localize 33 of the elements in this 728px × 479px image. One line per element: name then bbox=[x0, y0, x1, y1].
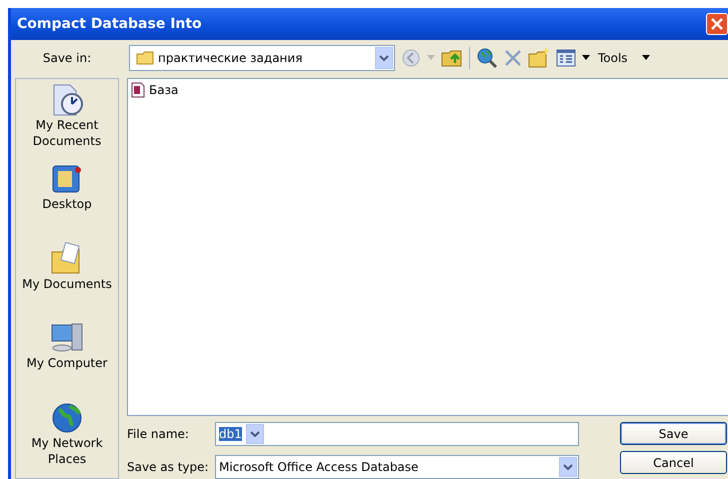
save-as-type-label: Save as type: bbox=[127, 460, 210, 474]
place-item[interactable]: My Recent Documents bbox=[16, 83, 118, 160]
save-in-label: Save in: bbox=[42, 51, 92, 65]
database-file-icon bbox=[131, 82, 145, 98]
file-name-label: File name: bbox=[127, 427, 190, 441]
place-label: My Documents bbox=[22, 276, 112, 292]
file-name-field[interactable]: db1 bbox=[215, 422, 579, 446]
globe-icon bbox=[50, 400, 84, 435]
close-button[interactable] bbox=[706, 13, 728, 35]
place-item[interactable]: Desktop bbox=[42, 162, 92, 240]
location-dropdown[interactable]: практические задания bbox=[129, 45, 395, 71]
save-button[interactable]: Save bbox=[620, 422, 727, 445]
web-search-icon[interactable] bbox=[476, 47, 498, 69]
place-item[interactable]: My Documents bbox=[22, 242, 112, 320]
folder-icon bbox=[136, 51, 154, 65]
place-label: My Computer bbox=[26, 355, 108, 372]
close-icon bbox=[711, 18, 723, 30]
tools-menu[interactable]: Tools bbox=[596, 51, 636, 65]
place-label: My Network Places bbox=[30, 434, 104, 467]
folder-up-icon[interactable] bbox=[441, 48, 463, 68]
file-item[interactable]: База bbox=[131, 82, 178, 98]
place-label: Desktop bbox=[42, 196, 92, 212]
views-icon[interactable] bbox=[556, 49, 576, 67]
file-type-dropdown[interactable]: Microsoft Office Access Database bbox=[215, 455, 579, 479]
place-label: My Recent Documents bbox=[32, 117, 102, 149]
caret-icon[interactable] bbox=[642, 55, 650, 61]
caret-icon[interactable] bbox=[582, 55, 590, 61]
window-title: Compact Database Into bbox=[16, 16, 202, 32]
cancel-button[interactable]: Cancel bbox=[620, 451, 727, 474]
new-folder-icon[interactable] bbox=[528, 48, 550, 68]
location-value: практические задания bbox=[158, 51, 304, 65]
place-item[interactable]: My Network Places bbox=[16, 400, 118, 478]
place-item[interactable]: My Computer bbox=[26, 321, 108, 399]
